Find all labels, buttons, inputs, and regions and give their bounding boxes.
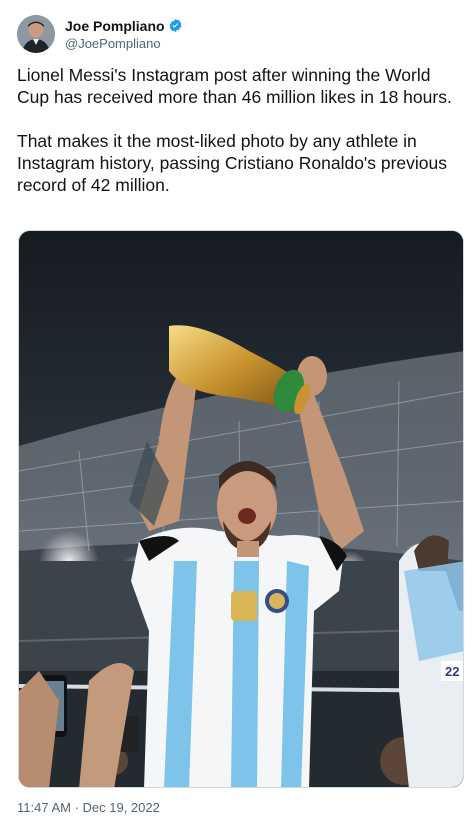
author-handle[interactable]: @JoePompliano (65, 35, 183, 52)
tweet-header: Joe Pompliano @JoePompliano (17, 13, 457, 55)
tweet-text: Lionel Messi's Instagram post after winn… (17, 64, 465, 196)
author-display-name[interactable]: Joe Pompliano (65, 17, 165, 35)
tweet-paragraph-1: Lionel Messi's Instagram post after winn… (17, 65, 452, 107)
avatar-image (17, 15, 55, 53)
tweet-paragraph-2: That makes it the most-liked photo by an… (17, 131, 448, 195)
avatar[interactable] (17, 15, 55, 53)
photo-messi-trophy: 22 (19, 231, 463, 787)
verified-badge-icon (169, 18, 181, 33)
jersey-number: 22 (445, 664, 459, 679)
tweet-timestamp[interactable]: 11:47 AM · Dec 19, 2022 (17, 800, 160, 815)
tweet-photo[interactable]: 22 (18, 230, 464, 788)
